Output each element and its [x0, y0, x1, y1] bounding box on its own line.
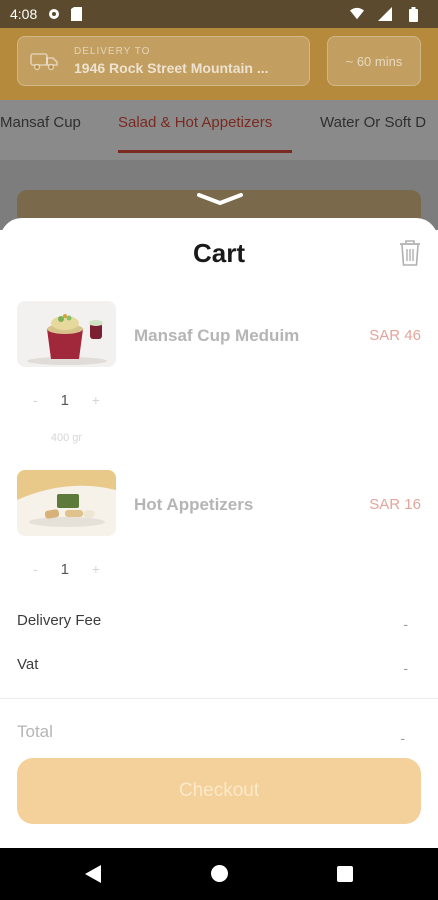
total-label: Total — [17, 722, 53, 741]
quantity-value: 1 — [60, 560, 69, 578]
quantity-stepper: - 1 + — [17, 553, 116, 585]
eta-badge[interactable]: ~ 60 mins — [327, 36, 421, 86]
increase-quantity-button[interactable]: + — [92, 561, 100, 577]
delivery-address-selector[interactable]: DELIVERY TO 1946 Rock Street Mountain ..… — [17, 36, 310, 86]
tab-mansaf-cup[interactable]: Mansaf Cup — [0, 114, 81, 131]
chevron-down-icon[interactable] — [196, 192, 244, 206]
delivery-truck-icon — [30, 51, 58, 71]
quantity-value: 1 — [60, 391, 69, 409]
home-icon[interactable] — [211, 865, 228, 882]
vat-label: Vat — [17, 656, 39, 673]
category-tabs: Mansaf Cup Salad & Hot Appetizers Water … — [0, 100, 438, 160]
back-icon[interactable] — [84, 864, 102, 884]
checkout-button[interactable]: Checkout — [17, 758, 421, 824]
recent-apps-icon[interactable] — [337, 866, 353, 882]
item-image-hot-appetizers — [17, 470, 116, 536]
item-name: Mansaf Cup Meduim — [134, 326, 300, 345]
trash-icon[interactable] — [399, 240, 421, 266]
decrease-quantity-button[interactable]: - — [33, 561, 38, 577]
signal-icon — [378, 7, 392, 21]
item-weight: 400 gr — [50, 432, 83, 444]
cart-sheet: Cart Mansaf Cup Meduim SAR 46 - 1 + 400 … — [0, 218, 438, 848]
item-price: SAR 16 — [369, 496, 421, 513]
delivery-label: DELIVERY TO — [74, 46, 151, 57]
delivery-fee-label: Delivery Fee — [17, 612, 102, 629]
item-price: SAR 46 — [369, 327, 421, 344]
decrease-quantity-button[interactable]: - — [33, 392, 38, 408]
divider — [0, 698, 438, 699]
increase-quantity-button[interactable]: + — [92, 392, 100, 408]
wifi-icon — [350, 7, 364, 21]
tab-salad-hot-appetizers[interactable]: Salad & Hot Appetizers — [118, 114, 272, 131]
item-image-mansaf-cup — [17, 301, 116, 367]
active-tab-indicator — [118, 150, 292, 153]
item-name: Hot Appetizers — [134, 495, 254, 514]
status-bar: 4:08 — [0, 0, 438, 28]
system-navigation-bar — [0, 848, 438, 900]
status-time: 4:08 — [10, 6, 38, 22]
quantity-stepper: - 1 + — [17, 384, 116, 416]
tab-water-soft-drinks[interactable]: Water Or Soft D — [320, 114, 426, 131]
vat-value: - — [403, 660, 408, 676]
delivery-address: 1946 Rock Street Mountain ... — [74, 60, 269, 76]
sim-card-icon — [69, 7, 83, 21]
settings-icon — [47, 7, 61, 21]
delivery-fee-value: - — [403, 616, 408, 632]
battery-icon — [406, 6, 420, 22]
cart-title: Cart — [192, 238, 245, 268]
total-value: - — [400, 730, 405, 746]
